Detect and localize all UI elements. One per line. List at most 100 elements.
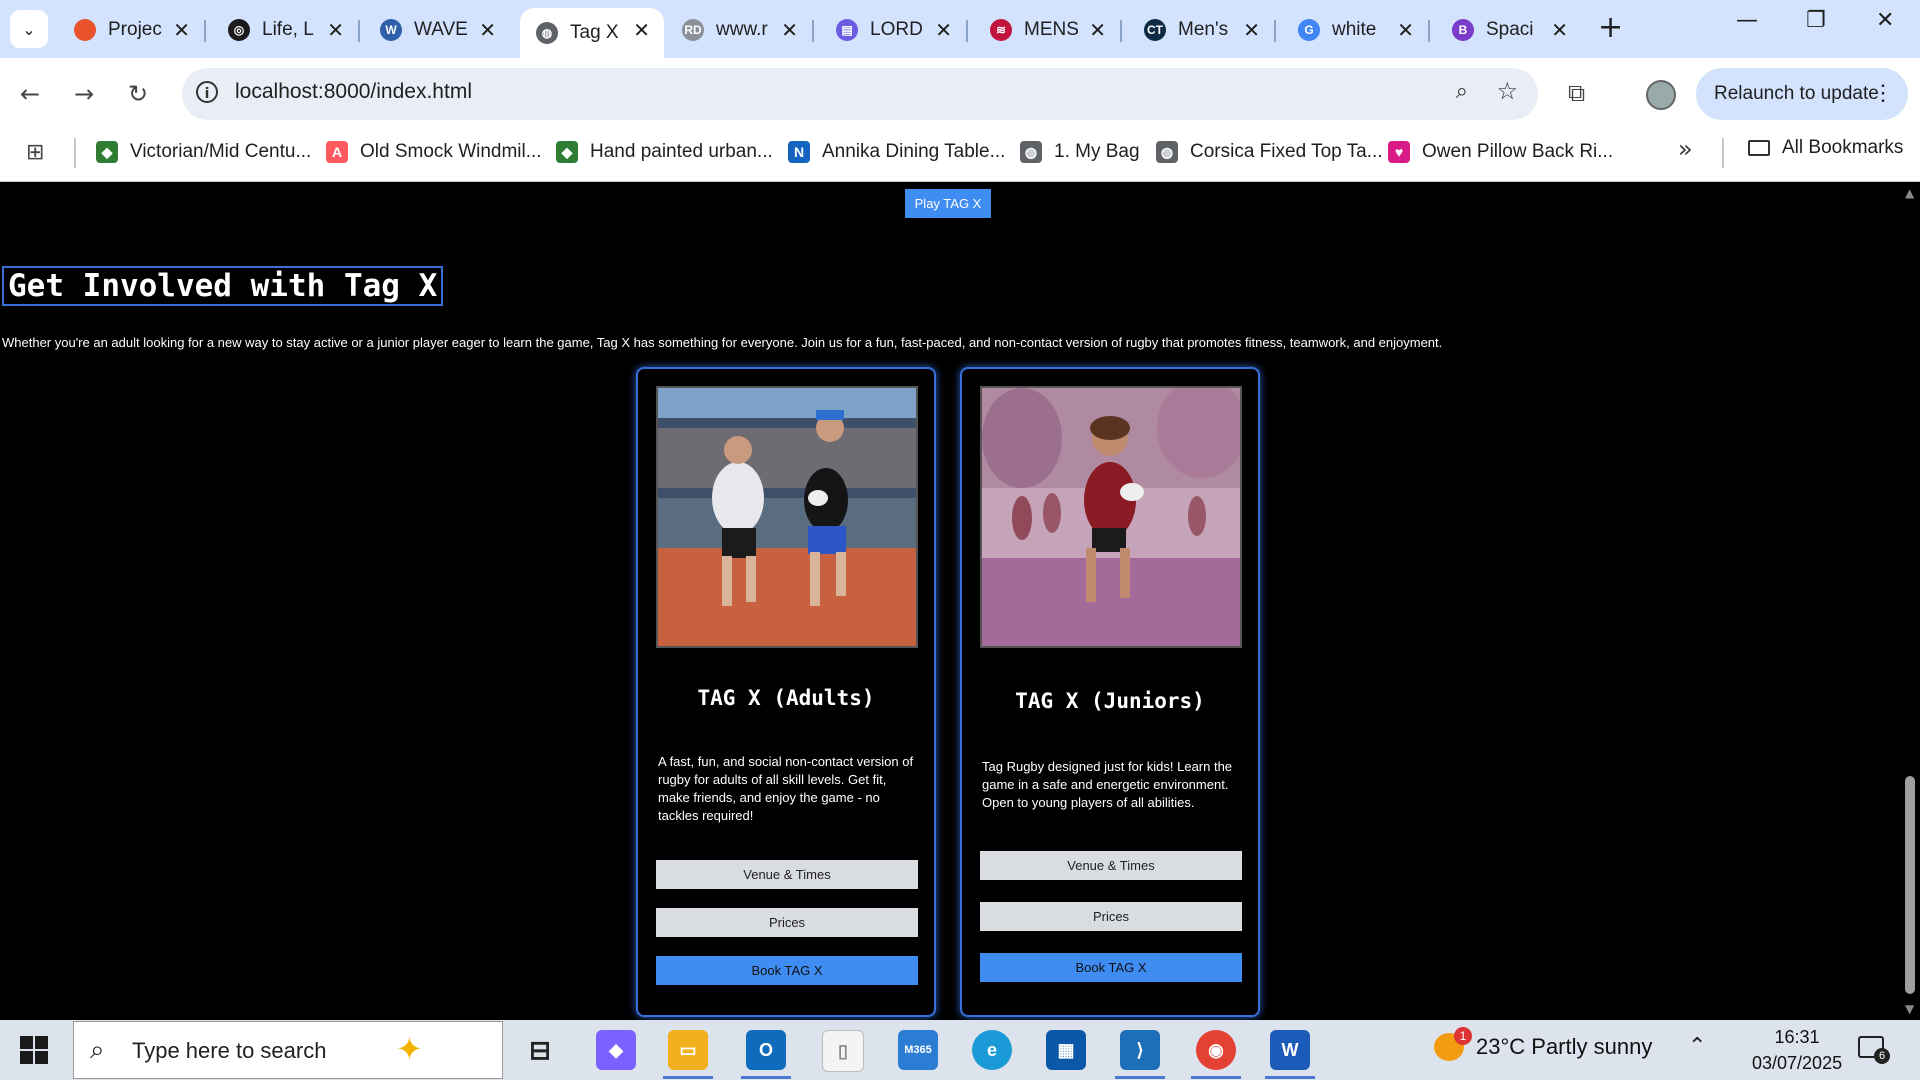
bookmark-item[interactable]: N Annika Dining Table...	[788, 137, 1005, 167]
bookmark-label: Annika Dining Table...	[822, 141, 1006, 162]
bookmark-label: Corsica Fixed Top Ta...	[1190, 141, 1383, 162]
google-icon: G	[1298, 19, 1320, 41]
tab-1[interactable]: ◎ Life, L ✕	[212, 8, 360, 52]
relaunch-label: Relaunch to update	[1714, 83, 1879, 104]
tab-search-button[interactable]: ⌄	[10, 10, 48, 48]
weather-widget[interactable]: 1 23°C Partly sunny	[1434, 1027, 1652, 1061]
vscode-active-indicator	[1115, 1076, 1165, 1079]
relaunch-button[interactable]: Relaunch to update ⋮	[1696, 68, 1908, 120]
more-menu-icon[interactable]: ⋮	[1872, 80, 1894, 106]
close-icon[interactable]: ✕	[781, 18, 798, 43]
tab-2[interactable]: W WAVE ✕	[364, 8, 510, 52]
scroll-up-icon[interactable]: ▲	[1905, 186, 1914, 200]
file-explorer-icon[interactable]: ▭	[668, 1030, 708, 1070]
leaf-icon: ◆	[96, 141, 118, 163]
close-icon[interactable]: ✕	[1551, 18, 1568, 43]
more-bookmarks-icon[interactable]: »	[1678, 135, 1693, 163]
tab-0[interactable]: Projec ✕	[58, 8, 206, 52]
close-icon[interactable]: ✕	[1397, 18, 1414, 43]
scroll-down-icon[interactable]: ▼	[1905, 1002, 1914, 1016]
intro-text: Whether you're an adult looking for a ne…	[2, 335, 1443, 350]
forward-button[interactable]: →	[74, 80, 94, 108]
tab-title: Life, L	[262, 19, 314, 40]
bookmark-star-icon[interactable]: ☆	[1496, 77, 1518, 105]
extensions-icon[interactable]: ⧉	[1568, 79, 1585, 107]
apps-grid-icon[interactable]: ⊞	[26, 140, 52, 166]
all-bookmarks-button[interactable]: All Bookmarks	[1748, 137, 1903, 159]
restore-button[interactable]: ❐	[1806, 8, 1826, 33]
tab-title: Tag X	[570, 22, 619, 43]
back-button[interactable]: ←	[20, 80, 40, 108]
tab-title: MENS	[1024, 19, 1079, 40]
outlook-active-indicator	[741, 1076, 791, 1079]
tab-4[interactable]: RD www.r ✕	[666, 8, 814, 52]
notification-center-icon[interactable]: 6	[1858, 1036, 1890, 1064]
tab-9[interactable]: B Spaci ✕	[1436, 8, 1582, 52]
task-view-icon[interactable]: ⊟	[520, 1030, 560, 1070]
bookmark-item[interactable]: ♥ Owen Pillow Back Ri...	[1388, 137, 1613, 167]
minimize-button[interactable]: —	[1736, 8, 1758, 33]
url-text[interactable]: localhost:8000/index.html	[235, 80, 472, 104]
bookmark-item[interactable]: ◆ Hand painted urban...	[556, 137, 773, 167]
adults-venue-times-button[interactable]: Venue & Times	[656, 860, 918, 889]
close-icon[interactable]: ✕	[633, 18, 650, 43]
adults-book-button[interactable]: Book TAG X	[656, 956, 918, 985]
vscode-icon[interactable]: ⟩	[1120, 1030, 1160, 1070]
adults-photo	[656, 386, 918, 648]
close-icon[interactable]: ✕	[935, 18, 952, 43]
page-scrollbar[interactable]: ▲ ▼	[1900, 182, 1920, 1020]
taskbar-search-input[interactable]: ⌕ Type here to search ✦	[73, 1021, 503, 1079]
adults-prices-button[interactable]: Prices	[656, 908, 918, 937]
bookmark-item[interactable]: ◆ Victorian/Mid Centu...	[96, 137, 311, 167]
outlook-icon[interactable]: O	[746, 1030, 786, 1070]
bookmark-label: Owen Pillow Back Ri...	[1422, 141, 1614, 162]
file-explorer-active-indicator	[663, 1076, 713, 1079]
tab-3[interactable]: ◍ Tag X ✕	[520, 8, 664, 58]
copilot-icon[interactable]: ◆	[596, 1030, 636, 1070]
reload-button[interactable]: ↻	[128, 80, 148, 108]
close-window-button[interactable]: ✕	[1876, 8, 1894, 33]
tab-title: Spaci	[1486, 19, 1534, 40]
close-icon[interactable]: ✕	[327, 18, 344, 43]
bookmark-item[interactable]: ◍ Corsica Fixed Top Ta...	[1156, 137, 1383, 167]
tab-5[interactable]: ▤ LORD ✕	[820, 8, 968, 52]
heart-icon: ♥	[1388, 141, 1410, 163]
adults-card: TAG X (Adults) A fast, fun, and social n…	[636, 367, 936, 1017]
bookmark-item[interactable]: ◍ 1. My Bag	[1020, 137, 1140, 167]
tab-7[interactable]: CT Men's ✕	[1128, 8, 1276, 52]
new-tab-button[interactable]: +	[1598, 10, 1623, 45]
address-bar[interactable]: i localhost:8000/index.html ⌕ ☆	[182, 68, 1538, 120]
wordpress-icon: W	[380, 19, 402, 41]
chrome-icon[interactable]: ◉	[1196, 1030, 1236, 1070]
tab-separator	[1120, 20, 1122, 42]
tab-8[interactable]: Gwhite ✕	[1282, 8, 1430, 52]
word-icon[interactable]: W	[1270, 1030, 1310, 1070]
zoom-icon[interactable]: ⌕	[1456, 79, 1468, 104]
notepad-icon[interactable]: ▯	[822, 1030, 864, 1072]
close-icon[interactable]: ✕	[1089, 18, 1106, 43]
juniors-card-title: TAG X (Juniors)	[1015, 689, 1205, 713]
scrollbar-thumb[interactable]	[1905, 776, 1915, 994]
juniors-book-button[interactable]: Book TAG X	[980, 953, 1242, 982]
close-icon[interactable]: ✕	[1243, 18, 1260, 43]
windows-start-icon[interactable]	[20, 1036, 48, 1064]
m365-icon[interactable]: M365	[898, 1030, 938, 1070]
close-icon[interactable]: ✕	[479, 18, 496, 43]
tab-title: white	[1332, 19, 1377, 40]
juniors-photo	[980, 386, 1242, 648]
juniors-venue-times-button[interactable]: Venue & Times	[980, 851, 1242, 880]
site-info-icon[interactable]: i	[196, 81, 218, 103]
edge-icon[interactable]: e	[972, 1030, 1012, 1070]
close-icon[interactable]: ✕	[173, 18, 190, 43]
bookmark-item[interactable]: A Old Smock Windmil...	[326, 137, 542, 167]
openai-icon: ◎	[228, 19, 250, 41]
microsoft-store-icon[interactable]: ▦	[1046, 1030, 1086, 1070]
play-tag-x-button[interactable]: Play TAG X	[905, 189, 991, 218]
taskbar-clock[interactable]: 16:31 03/07/2025	[1752, 1024, 1842, 1076]
airbnb-icon: A	[326, 141, 348, 163]
juniors-prices-button[interactable]: Prices	[980, 902, 1242, 931]
show-hidden-icons-icon[interactable]: ⌃	[1688, 1034, 1706, 1059]
avatar[interactable]	[1646, 80, 1676, 110]
tab-6[interactable]: ≋ MENS ✕	[974, 8, 1122, 52]
bookmark-label: Victorian/Mid Centu...	[130, 141, 312, 162]
